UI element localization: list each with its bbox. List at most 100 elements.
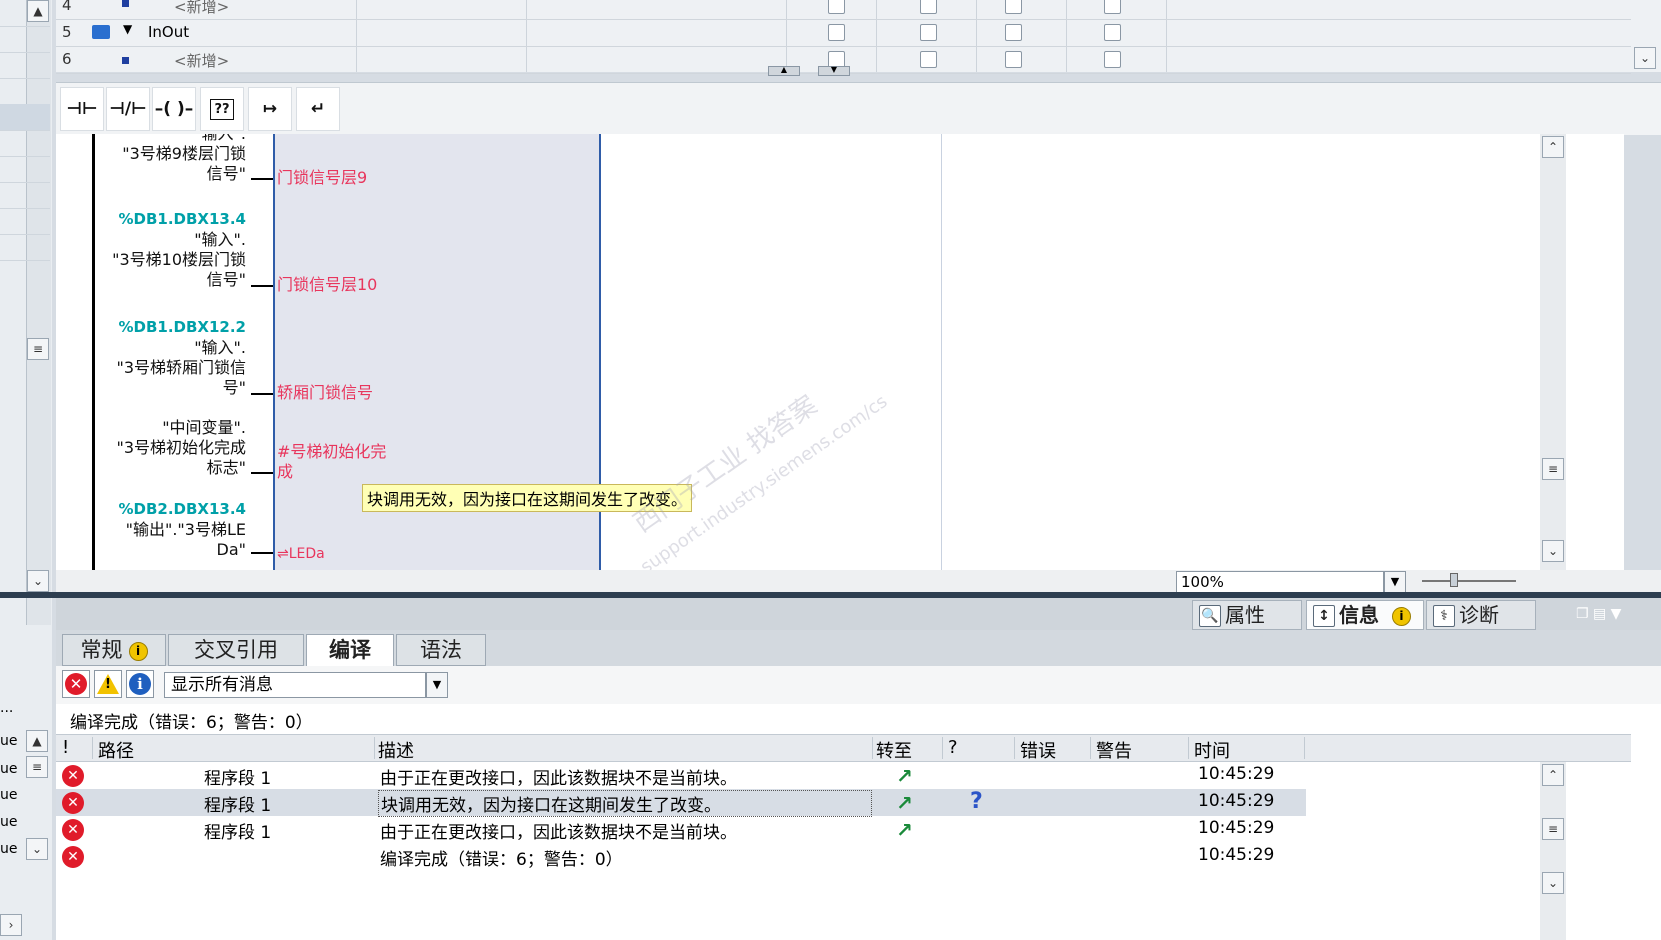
filter-errors-button[interactable]: ✕ [62, 670, 90, 698]
zoom-slider[interactable] [1422, 580, 1516, 582]
checkbox[interactable] [920, 51, 937, 68]
col-errors[interactable]: 错误 [1020, 737, 1091, 762]
tab-cross-reference[interactable]: 交叉引用 [168, 634, 304, 666]
scroll-grip-icon[interactable]: ≡ [27, 338, 49, 360]
row-number: 4 [62, 0, 72, 14]
scroll-grip-icon[interactable]: ≡ [1542, 818, 1564, 840]
scroll-down-icon[interactable]: ⌄ [27, 570, 49, 592]
scroll-up-icon[interactable]: ▲ [26, 730, 48, 752]
message-row[interactable]: ✕ 编译完成（错误：6；警告：0） 10:45:29 [56, 843, 1631, 870]
checkbox[interactable] [1005, 0, 1022, 14]
checkbox[interactable] [1005, 51, 1022, 68]
contact-nc-icon[interactable]: ⊣/⊢ [106, 87, 150, 131]
filter-info-button[interactable]: i [126, 670, 154, 698]
goto-arrow-icon[interactable]: ↗ [896, 764, 913, 788]
tab-label: 信息 [1339, 603, 1379, 627]
scroll-up-icon[interactable]: ⌃ [1542, 136, 1564, 158]
checkbox[interactable] [1104, 0, 1121, 14]
zoom-slider-knob[interactable] [1450, 573, 1458, 587]
operand-tag[interactable]: "中间变量". "3号梯初始化完成 标志" [96, 418, 246, 478]
col-time[interactable]: 时间 [1194, 737, 1305, 762]
filter-warnings-button[interactable]: ! [94, 670, 122, 698]
splitter-up-icon[interactable]: ▲ [768, 66, 800, 76]
message-row[interactable]: ✕ 程序段 1 块调用无效，因为接口在这期间发生了改变。 ↗ ? 10:45:2… [56, 789, 1631, 817]
empty-box-glyph: ?? [210, 98, 234, 120]
checkbox[interactable] [828, 24, 845, 41]
goto-arrow-icon[interactable]: ↗ [896, 791, 913, 815]
scroll-up-icon[interactable]: ⌃ [1542, 764, 1564, 786]
operand-address: %DB1.DBX13.4 [118, 210, 246, 228]
ladder-toolbar: ⊣⊢ ⊣/⊢ –( )– ?? ↦ ↵ [56, 82, 1661, 135]
tag-line: 信号" [206, 164, 246, 183]
tab-diagnostics[interactable]: ⚕ 诊断 [1426, 600, 1536, 630]
pin-line: #号梯初始化完 [277, 442, 387, 461]
collapse-triangle-icon[interactable]: ▼ [123, 22, 132, 36]
tab-compile[interactable]: 编译 [306, 634, 394, 668]
contact-no-icon[interactable]: ⊣⊢ [60, 87, 104, 131]
chevron-down-icon[interactable]: ▼ [426, 672, 448, 698]
interface-row[interactable]: 5 ▼ InOut [56, 20, 1631, 47]
message-description: 由于正在更改接口，因此该数据块不是当前块。 [380, 769, 737, 789]
tab-label: 常规 [80, 638, 123, 662]
coil-icon[interactable]: –( )– [152, 87, 196, 131]
zoom-dropdown-icon[interactable]: ▼ [1384, 571, 1406, 593]
message-path: 程序段 1 [204, 796, 272, 816]
error-icon: ✕ [65, 673, 87, 695]
scroll-down-icon[interactable]: ⌄ [26, 838, 48, 860]
pin-line: 成 [277, 462, 294, 481]
tab-properties[interactable]: 🔍 属性 [1192, 600, 1302, 630]
member-name[interactable]: <新增> [174, 0, 229, 17]
tab-label: 诊断 [1459, 603, 1499, 627]
checkbox[interactable] [1005, 24, 1022, 41]
operand-tag[interactable]: "输入". "3号梯10楼层门锁 信号" [96, 230, 246, 290]
checkbox[interactable] [1104, 51, 1121, 68]
scroll-down-icon[interactable]: ⌄ [1634, 47, 1656, 69]
checkbox[interactable] [920, 0, 937, 14]
window-controls-icon[interactable]: ❐ ▤ ▼ [1576, 606, 1621, 622]
project-tree-strip: ▲ ≡ ⌄ ... ue ue ue ue ue ▲ ≡ ⌄ › [0, 0, 52, 940]
message-filter-select[interactable]: 显示所有消息 [164, 672, 426, 698]
operand-tag[interactable]: "输入". "3号梯轿厢门锁信 号" [96, 338, 246, 398]
section-name[interactable]: InOut [148, 23, 189, 41]
tab-info[interactable]: ↕ 信息 i [1306, 600, 1424, 630]
checkbox[interactable] [1104, 24, 1121, 41]
col-goto[interactable]: 转至 [876, 737, 943, 762]
scroll-down-icon[interactable]: ⌄ [1542, 872, 1564, 894]
tab-general[interactable]: 常规 i [62, 634, 166, 666]
splitter-down-icon[interactable]: ▼ [818, 66, 850, 76]
scroll-down-icon[interactable]: ⌄ [1542, 540, 1564, 562]
block-pin: 门锁信号层10 [277, 275, 378, 294]
col-warnings[interactable]: 警告 [1096, 737, 1189, 762]
tree-row-value: ue [0, 841, 18, 857]
col-severity[interactable]: ! [62, 737, 93, 759]
scroll-right-icon[interactable]: › [0, 914, 22, 936]
zoom-field[interactable]: 100% [1176, 571, 1384, 593]
message-row[interactable]: ✕ 程序段 1 由于正在更改接口，因此该数据块不是当前块。 ↗ 10:45:29 [56, 816, 1631, 843]
editor-scrollbar[interactable]: ⌃ ≡ ⌄ [1540, 134, 1566, 570]
scroll-grip-icon[interactable]: ≡ [26, 756, 48, 778]
tab-syntax[interactable]: 语法 [396, 634, 486, 666]
empty-box-icon[interactable]: ?? [200, 87, 244, 131]
inspector-window: 🔍 属性 ↕ 信息 i ⚕ 诊断 ❐ ▤ ▼ 常规 i 交叉引用 编译 语法 ✕ … [56, 598, 1661, 940]
network-separator [941, 134, 942, 570]
goto-arrow-icon[interactable]: ↗ [896, 818, 913, 842]
interface-row[interactable]: 4 <新增> [56, 0, 1631, 20]
open-branch-icon[interactable]: ↦ [248, 87, 292, 131]
operand-tag[interactable]: "输入". "3号梯9楼层门锁 信号" [96, 134, 246, 184]
operand-tag[interactable]: "输出"."3号梯LE Da" [96, 520, 246, 560]
messages-scrollbar[interactable]: ⌃ ≡ ⌄ [1540, 762, 1566, 940]
checkbox[interactable] [828, 0, 845, 14]
compile-messages-panel: ✕ ! i 显示所有消息 ▼ 编译完成（错误：6；警告：0） ! 路径 描述 转… [56, 666, 1661, 940]
col-path[interactable]: 路径 [98, 737, 375, 762]
tag-line: 号" [222, 378, 246, 397]
ladder-editor[interactable]: "输入". "3号梯9楼层门锁 信号" 门锁信号层9 %DB1.DBX13.4 … [56, 134, 1624, 570]
member-name[interactable]: <新增> [174, 50, 229, 71]
close-branch-icon[interactable]: ↵ [296, 87, 340, 131]
col-description[interactable]: 描述 [378, 737, 873, 762]
checkbox[interactable] [920, 24, 937, 41]
tag-line: "中间变量". [162, 418, 246, 437]
message-row[interactable]: ✕ 程序段 1 由于正在更改接口，因此该数据块不是当前块。 ↗ 10:45:29 [56, 762, 1631, 789]
help-question-icon[interactable]: ? [970, 789, 983, 814]
col-help[interactable]: ? [948, 737, 1015, 759]
scroll-grip-icon[interactable]: ≡ [1542, 458, 1564, 480]
